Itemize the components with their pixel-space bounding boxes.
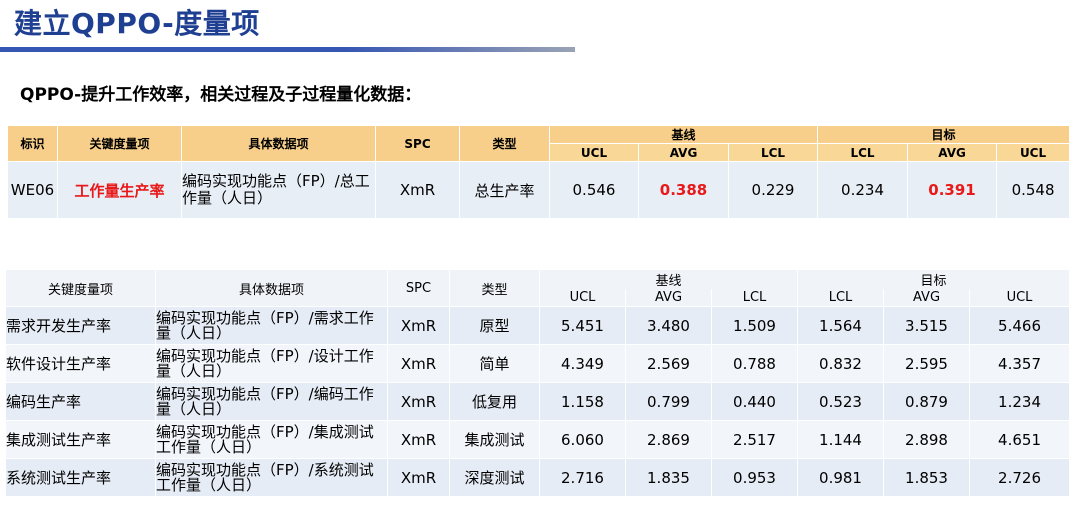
header-tgt-ucl: UCL <box>997 144 1071 162</box>
cell-spc: XmR <box>388 344 450 382</box>
header-target: 目标 <box>818 126 1071 144</box>
cell-base-avg: 0.799 <box>626 382 712 420</box>
cell-data-item: 编码实现功能点（FP）/编码工作量（人日） <box>156 382 388 420</box>
header-baseline: 基线 <box>540 270 799 289</box>
cell-type: 简单 <box>450 344 540 382</box>
cell-tgt-ucl: 1.234 <box>970 382 1071 420</box>
cell-base-lcl: 0.440 <box>712 382 799 420</box>
cell-tgt-ucl: 4.357 <box>970 344 1071 382</box>
cell-tgt-lcl: 0.523 <box>798 382 885 420</box>
cell-base-lcl: 2.517 <box>712 420 799 458</box>
header-type: 类型 <box>460 126 550 162</box>
cell-base-avg: 3.480 <box>626 306 712 344</box>
cell-base-ucl: 2.716 <box>540 458 626 496</box>
table-row: 编码生产率 编码实现功能点（FP）/编码工作量（人日） XmR 低复用 1.158 0.7… <box>6 382 1071 420</box>
wer-metric-table: 标识 关键度量项 具体数据项 SPC 类型 基线 目标 UCL AVG LCL … <box>8 126 1071 218</box>
cell-type: 集成测试 <box>450 420 540 458</box>
cell-metric: 软件设计生产率 <box>6 344 156 382</box>
header-spc: SPC <box>376 126 460 162</box>
cell-tgt-avg: 0.879 <box>884 382 971 420</box>
cell-tgt-ucl: 4.651 <box>970 420 1071 458</box>
cell-spc: XmR <box>376 162 460 218</box>
cell-base-lcl: 0.953 <box>712 458 799 496</box>
cell-tgt-lcl: 0.981 <box>798 458 885 496</box>
header-type: 类型 <box>450 270 540 306</box>
cell-tgt-avg: 1.853 <box>884 458 971 496</box>
header-base-ucl: UCL <box>550 144 639 162</box>
cell-type: 总生产率 <box>460 162 550 218</box>
cell-base-ucl: 1.158 <box>540 382 626 420</box>
cell-tgt-ucl: 0.548 <box>997 162 1071 218</box>
header-spc: SPC <box>388 270 450 306</box>
header-target: 目标 <box>798 270 1071 289</box>
header-tgt-avg: AVG <box>884 289 971 306</box>
header-base-avg: AVG <box>639 144 729 162</box>
cell-tgt-ucl: 5.466 <box>970 306 1071 344</box>
cell-tgt-ucl: 2.726 <box>970 458 1071 496</box>
section-subtitle: QPPO-提升工作效率，相关过程及子过程量化数据： <box>20 85 422 105</box>
header-data-item: 具体数据项 <box>182 126 376 162</box>
cell-data-item: 编码实现功能点（FP）/需求工作量（人日） <box>156 306 388 344</box>
cell-spc: XmR <box>388 382 450 420</box>
cell-base-ucl: 4.349 <box>540 344 626 382</box>
title-underline <box>0 47 575 52</box>
cell-tgt-avg: 2.595 <box>884 344 971 382</box>
cell-tgt-lcl: 1.564 <box>798 306 885 344</box>
cell-data-item: 编码实现功能点（FP）/系统测试工作量（人日） <box>156 458 388 496</box>
cell-id: WE06 <box>8 162 58 218</box>
table-row: 系统测试生产率 编码实现功能点（FP）/系统测试工作量（人日） XmR 深度测试 2.7… <box>6 458 1071 496</box>
cell-tgt-lcl: 0.832 <box>798 344 885 382</box>
cell-spc: XmR <box>388 420 450 458</box>
cell-tgt-avg: 2.898 <box>884 420 971 458</box>
cell-base-lcl: 1.509 <box>712 306 799 344</box>
cell-type: 低复用 <box>450 382 540 420</box>
cell-spc: XmR <box>388 458 450 496</box>
header-metric: 关键度量项 <box>6 270 156 306</box>
header-baseline: 基线 <box>550 126 819 144</box>
cell-tgt-avg: 3.515 <box>884 306 971 344</box>
cell-metric: 编码生产率 <box>6 382 156 420</box>
cell-data-item: 编码实现功能点（FP）/设计工作量（人日） <box>156 344 388 382</box>
cell-base-lcl: 0.788 <box>712 344 799 382</box>
cell-metric: 集成测试生产率 <box>6 420 156 458</box>
cell-spc: XmR <box>388 306 450 344</box>
header-tgt-lcl: LCL <box>798 289 885 306</box>
table-row: 软件设计生产率 编码实现功能点（FP）/设计工作量（人日） XmR 简单 4.349 2.… <box>6 344 1071 382</box>
header-id: 标识 <box>8 126 58 162</box>
cell-base-avg: 2.869 <box>626 420 712 458</box>
header-tgt-lcl: LCL <box>818 144 909 162</box>
header-base-lcl: LCL <box>712 289 799 306</box>
header-base-lcl: LCL <box>729 144 819 162</box>
cell-base-avg: 0.388 <box>639 162 729 218</box>
cell-data-item: 编码实现功能点（FP）/集成测试工作量（人日） <box>156 420 388 458</box>
cell-type: 原型 <box>450 306 540 344</box>
header-tgt-ucl: UCL <box>970 289 1071 306</box>
header-tgt-avg: AVG <box>908 144 998 162</box>
cell-tgt-lcl: 0.234 <box>818 162 909 218</box>
header-base-avg: AVG <box>626 289 712 306</box>
cell-tgt-lcl: 1.144 <box>798 420 885 458</box>
header-data-item: 具体数据项 <box>156 270 388 306</box>
cell-metric: 系统测试生产率 <box>6 458 156 496</box>
page-title: 建立QPPO-度量项 <box>14 7 260 40</box>
cell-base-avg: 2.569 <box>626 344 712 382</box>
header-base-ucl: UCL <box>540 289 626 306</box>
table-row: WE06 工作量生产率 编码实现功能点（FP）/总工作量（人日） XmR 总生产… <box>8 162 1071 218</box>
cell-base-avg: 1.835 <box>626 458 712 496</box>
header-metric: 关键度量项 <box>58 126 182 162</box>
subprocess-metric-table: 关键度量项 具体数据项 SPC 类型 基线 目标 UCL AVG LCL LCL… <box>6 270 1071 496</box>
cell-type: 深度测试 <box>450 458 540 496</box>
cell-base-ucl: 0.546 <box>550 162 639 218</box>
cell-tgt-avg: 0.391 <box>908 162 998 218</box>
cell-base-ucl: 6.060 <box>540 420 626 458</box>
cell-base-lcl: 0.229 <box>729 162 819 218</box>
table-row: 需求开发生产率 编码实现功能点（FP）/需求工作量（人日） XmR 原型 5.451 3.… <box>6 306 1071 344</box>
cell-base-ucl: 5.451 <box>540 306 626 344</box>
cell-metric: 工作量生产率 <box>58 162 182 218</box>
cell-data-item: 编码实现功能点（FP）/总工作量（人日） <box>182 162 376 218</box>
cell-metric: 需求开发生产率 <box>6 306 156 344</box>
table-row: 集成测试生产率 编码实现功能点（FP）/集成测试工作量（人日） XmR 集成测试 6.0… <box>6 420 1071 458</box>
